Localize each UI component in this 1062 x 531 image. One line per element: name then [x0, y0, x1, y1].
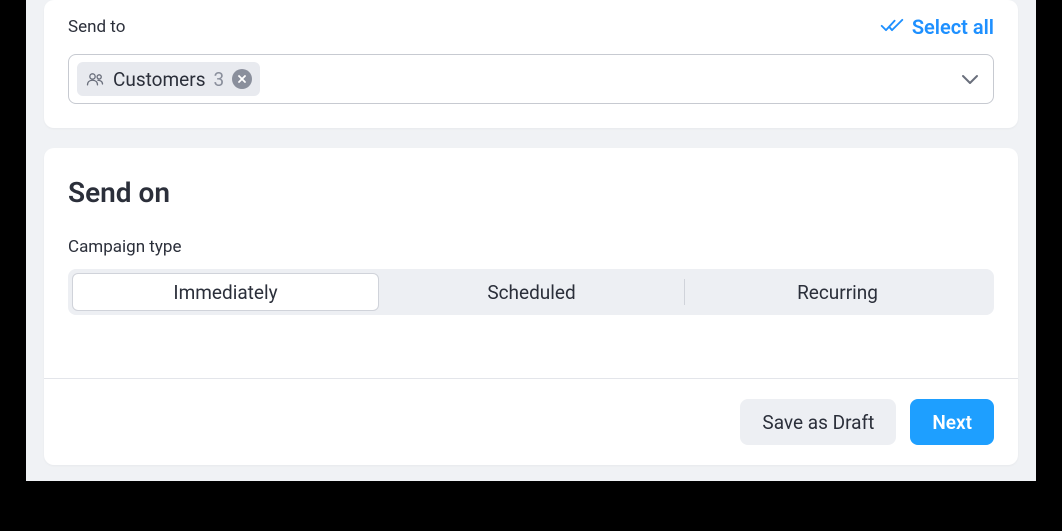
- remove-tag-button[interactable]: [232, 69, 252, 89]
- campaign-type-scheduled[interactable]: Scheduled: [379, 273, 684, 311]
- save-as-draft-button[interactable]: Save as Draft: [740, 399, 896, 445]
- campaign-type-immediately[interactable]: Immediately: [72, 273, 379, 311]
- send-to-card: Send to Select all: [44, 0, 1018, 128]
- footer-actions: Save as Draft Next: [44, 378, 1018, 465]
- chevron-down-icon[interactable]: [961, 73, 979, 85]
- send-on-card: Send on Campaign type Immediately Schedu…: [44, 148, 1018, 465]
- next-button[interactable]: Next: [910, 399, 994, 445]
- users-icon: [85, 71, 105, 87]
- campaign-type-label: Campaign type: [68, 237, 994, 257]
- tag-name: Customers: [113, 68, 206, 91]
- send-to-label: Send to: [68, 17, 125, 37]
- send-on-title: Send on: [68, 176, 994, 209]
- tag-count: 3: [214, 68, 225, 91]
- close-icon: [237, 74, 247, 84]
- select-all-label: Select all: [912, 15, 994, 39]
- recipient-tag: Customers 3: [77, 62, 260, 96]
- select-all-button[interactable]: Select all: [880, 15, 994, 40]
- campaign-type-recurring[interactable]: Recurring: [685, 273, 990, 311]
- send-to-header: Send to Select all: [68, 0, 994, 44]
- send-to-select[interactable]: Customers 3: [68, 54, 994, 104]
- campaign-type-segmented: Immediately Scheduled Recurring: [68, 269, 994, 315]
- double-check-icon: [880, 15, 904, 40]
